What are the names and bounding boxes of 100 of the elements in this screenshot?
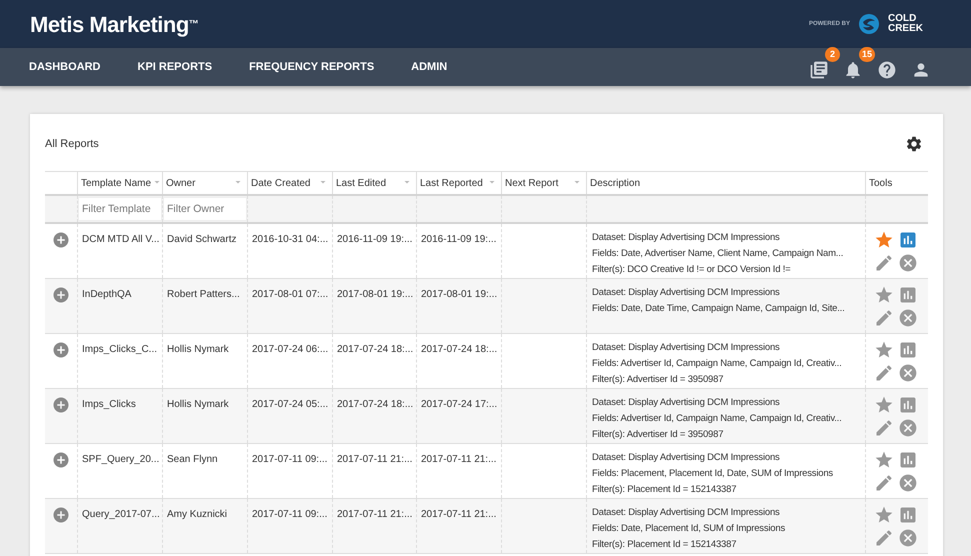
table-cell: Amy Kuznicki [167, 509, 228, 520]
table-cell: 2017-08-01 07:... [252, 289, 328, 300]
description-line: Filter(s): Placement Id = 152143387 [592, 538, 738, 552]
chart-icon[interactable] [898, 230, 918, 250]
nav-link[interactable]: DASHBOARD [29, 58, 100, 76]
edit-icon[interactable] [874, 308, 894, 328]
table-cell: 2016-11-09 19:... [337, 234, 412, 245]
column-header[interactable]: Template Name [77, 172, 162, 194]
description-line: Filter(s): Advertiser Id = 3950987 [592, 428, 724, 442]
edit-icon[interactable] [874, 528, 894, 548]
nav-link[interactable]: ADMIN [411, 58, 448, 76]
description-line: Fields: Date, Date Time, Campaign Name, Campaign Id, Site... [592, 302, 846, 316]
star-icon[interactable] [874, 340, 894, 360]
expand-icon[interactable] [52, 451, 70, 469]
delete-icon[interactable] [898, 473, 918, 493]
settings-icon[interactable] [905, 135, 923, 153]
nav-link[interactable]: FREQUENCY REPORTS [249, 58, 374, 76]
description-line: Fields: Date, Placement Id, SUM of Impressions [592, 522, 786, 536]
chart-icon[interactable] [898, 505, 918, 525]
edit-icon[interactable] [874, 473, 894, 493]
table-cell: Hollis Nymark [167, 344, 229, 355]
column-header[interactable]: Description [586, 172, 865, 194]
table-cell: DCM MTD All V... [82, 234, 160, 245]
nav-link[interactable]: KPI REPORTS [138, 58, 212, 76]
table-cell: Hollis Nymark [167, 399, 229, 410]
column-header[interactable]: Date Created [247, 172, 332, 194]
table-cell: 2017-07-24 05:... [252, 399, 328, 410]
description-line: Filter(s): Advertiser Id = 3950987 [592, 373, 724, 387]
table-cell: 2017-07-24 18:... [337, 399, 414, 410]
table-cell: 2016-10-31 04:... [252, 234, 328, 245]
reports-icon[interactable] [809, 60, 829, 80]
column-header[interactable]: Tools [865, 172, 928, 194]
app-title: Metis Marketing$^{™}$ [30, 10, 198, 39]
chart-icon[interactable] [898, 285, 918, 305]
delete-icon[interactable] [898, 308, 918, 328]
description-line: Dataset: Display Advertising DCM Impressions [592, 451, 781, 465]
expand-icon[interactable] [52, 231, 70, 249]
table-cell: Imps_Clicks [82, 399, 136, 410]
expand-icon[interactable] [52, 286, 70, 304]
chart-icon[interactable] [898, 340, 918, 360]
edit-icon[interactable] [874, 253, 894, 273]
table-cell: 2017-07-11 21:... [421, 454, 496, 465]
table-cell: 2017-07-24 18:... [421, 344, 498, 355]
table-cell: Sean Flynn [167, 454, 218, 465]
table-cell: 2017-07-11 21:... [337, 454, 412, 465]
table-cell: 2017-08-01 19:... [421, 289, 498, 300]
table-cell: 2017-07-11 21:... [337, 509, 412, 520]
panel-title: All Reports [45, 136, 99, 152]
edit-icon[interactable] [874, 418, 894, 438]
chart-icon[interactable] [898, 395, 918, 415]
description-line: Dataset: Display Advertising DCM Impressions [592, 231, 781, 245]
table-cell: 2017-07-24 06:... [252, 344, 328, 355]
table-cell: SPF_Query_20... [82, 454, 160, 465]
column-header[interactable]: Owner [162, 172, 247, 194]
description-line: Filter(s): Placement Id = 152143387 [592, 483, 738, 497]
description-line: Fields: Advertiser Id, Campaign Name, Campaign Id, Creativ... [592, 357, 843, 371]
description-line: Fields: Date, Advertiser Name, Client Name, Campaign Nam... [592, 247, 844, 261]
column-header[interactable]: Next Report [501, 172, 586, 194]
star-icon[interactable] [874, 450, 894, 470]
delete-icon[interactable] [898, 528, 918, 548]
chart-icon[interactable] [898, 450, 918, 470]
expand-icon[interactable] [52, 396, 70, 414]
table-cell: InDepthQA [82, 289, 132, 300]
table-cell: Query_2017-07... [82, 509, 160, 520]
description-line: Fields: Placement, Placement Id, Date, SUM of Impressions [592, 467, 834, 481]
filter-field[interactable]: Filter Template [78, 197, 162, 221]
star-icon[interactable] [874, 230, 894, 250]
edit-icon[interactable] [874, 363, 894, 383]
delete-icon[interactable] [898, 363, 918, 383]
filter-field[interactable]: Filter Owner [163, 197, 247, 221]
expand-icon[interactable] [52, 341, 70, 359]
star-icon[interactable] [874, 505, 894, 525]
swirl-logo-icon [858, 13, 880, 35]
expand-icon[interactable] [52, 506, 70, 524]
table-cell: David Schwartz [167, 234, 236, 245]
table-cell: 2017-07-24 18:... [337, 344, 414, 355]
description-line: Filter(s): DCO Creative Id != or DCO Version Id != [592, 263, 792, 277]
table-cell: Imps_Clicks_C... [82, 344, 158, 355]
count-badge: 15 [859, 47, 876, 62]
table-cell: 2017-07-11 21:... [421, 509, 496, 520]
table-cell: 2016-11-09 19:... [421, 234, 496, 245]
table-cell: Robert Patters... [167, 289, 240, 300]
table-cell: 2017-07-24 17:... [421, 399, 498, 410]
star-icon[interactable] [874, 395, 894, 415]
star-icon[interactable] [874, 285, 894, 305]
column-header[interactable]: Last Edited [332, 172, 416, 194]
column-header[interactable]: Last Reported [416, 172, 501, 194]
partner-name: COLD CREEK [888, 14, 923, 34]
delete-icon[interactable] [898, 253, 918, 273]
table-cell: 2017-08-01 19:... [337, 289, 414, 300]
table-cell: 2017-07-11 09:... [252, 509, 328, 520]
table-cell: 2017-07-11 09:... [252, 454, 328, 465]
count-badge: 2 [825, 47, 840, 62]
delete-icon[interactable] [898, 418, 918, 438]
description-line: Fields: Advertiser Id, Campaign Name, Campaign Id, Creativ... [592, 412, 843, 426]
help-icon[interactable] [877, 60, 897, 80]
description-line: Dataset: Display Advertising DCM Impressions [592, 506, 781, 520]
description-line: Dataset: Display Advertising DCM Impressions [592, 396, 781, 410]
description-line: Dataset: Display Advertising DCM Impressions [592, 341, 781, 355]
description-line: Dataset: Display Advertising DCM Impressions [592, 286, 781, 300]
